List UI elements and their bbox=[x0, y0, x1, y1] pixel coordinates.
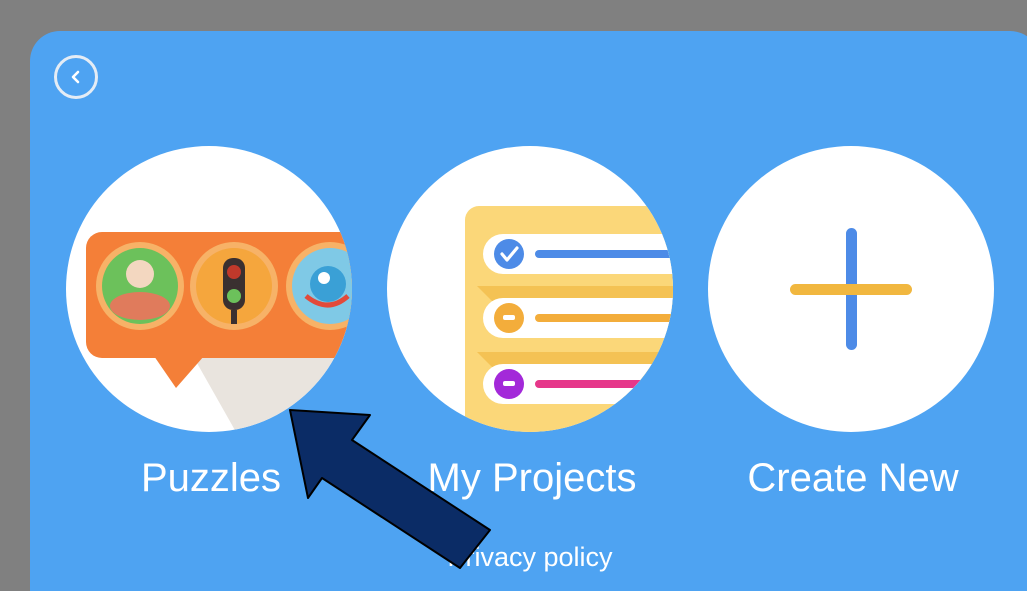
back-button[interactable] bbox=[54, 55, 98, 99]
create-new-tile[interactable]: Create New bbox=[708, 146, 998, 516]
puzzles-circle bbox=[66, 146, 352, 432]
tile-label-create-new: Create New bbox=[747, 456, 959, 500]
checklist-icon bbox=[465, 206, 673, 432]
my-projects-circle bbox=[387, 146, 673, 432]
create-new-circle bbox=[708, 146, 994, 432]
chevron-left-icon bbox=[71, 70, 80, 84]
pointer-arrow bbox=[289, 409, 491, 569]
puzzle-speech-bubble-icon bbox=[86, 232, 352, 432]
plus-icon bbox=[790, 228, 912, 350]
